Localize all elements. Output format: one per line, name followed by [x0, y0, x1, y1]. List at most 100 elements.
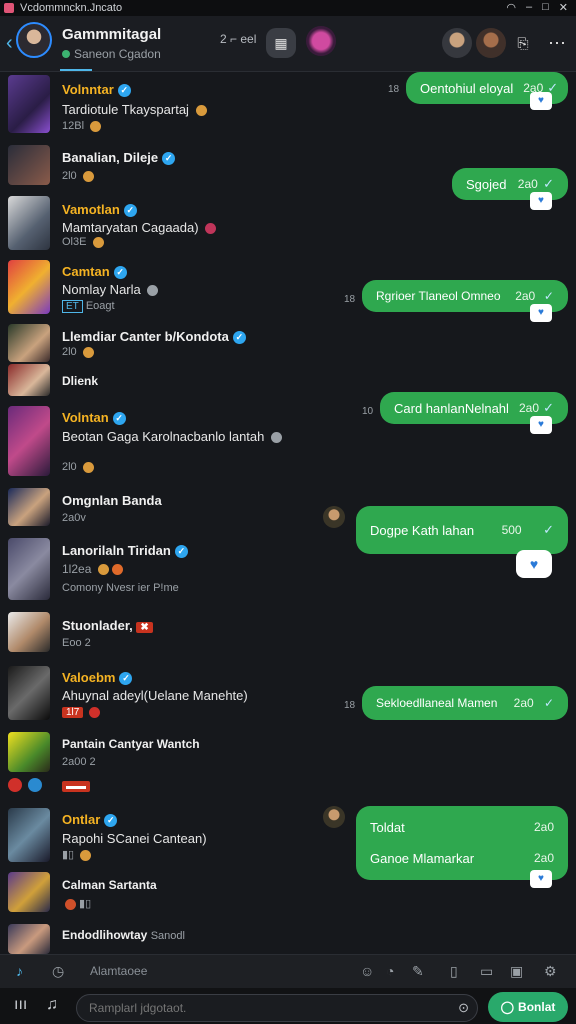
outgoing-message[interactable]: Sekloedllaneal Mamen 2a0 ✓ — [362, 686, 568, 720]
read-check-icon: ✓ — [543, 400, 554, 415]
verified-icon: ✓ — [117, 84, 131, 98]
message-thumbnail[interactable] — [8, 924, 50, 954]
message-feed[interactable]: Volnntar ✓ Tardiotule Tkayspartaj 12Bl Ba… — [0, 72, 576, 954]
reaction-badge[interactable]: ♥ — [530, 192, 552, 210]
message-meta: 1l7 — [62, 706, 101, 718]
online-dot-icon — [62, 50, 70, 58]
live-avatar[interactable] — [306, 26, 336, 56]
image-icon[interactable]: ▣ — [510, 963, 523, 980]
message-author[interactable]: Ontlar ✓ — [62, 812, 118, 828]
send-label: Bonlat — [518, 1000, 556, 1014]
message-time: 18 — [344, 700, 356, 711]
message-text: Rapohi SCanei Cantean) — [62, 831, 207, 846]
channel-name[interactable]: Gammmitagal — [62, 26, 161, 43]
maximize-icon[interactable]: □ — [542, 1, 549, 14]
member-avatar-2[interactable] — [476, 28, 506, 58]
message-meta: 12Bl — [62, 120, 102, 132]
more-options-icon[interactable]: ⋯ — [542, 28, 572, 58]
message-meta: ▮▯ — [62, 848, 92, 861]
send-button[interactable]: ◯ Bonlat — [488, 992, 568, 1022]
clock-icon[interactable]: ◷ — [52, 963, 64, 980]
message-author[interactable]: Volntan ✓ — [62, 410, 126, 426]
message-author[interactable]: Pantain Cantyar Wantch — [62, 737, 200, 751]
message-meta: Comony Nvesr ier P!me — [62, 582, 179, 594]
reaction-badge[interactable]: ♥ — [530, 304, 552, 322]
message-thumbnail[interactable] — [8, 612, 50, 652]
live-badge: ▬▬ — [62, 781, 90, 792]
back-arrow-icon[interactable]: ‹ — [6, 32, 13, 55]
toolbar-field[interactable]: Alamtaoee — [90, 964, 147, 978]
message-author[interactable]: Vamotlan ✓ — [62, 202, 137, 218]
message-thumbnail[interactable] — [8, 324, 50, 362]
channel-avatar[interactable] — [16, 22, 52, 58]
menu-icon[interactable]: ııı — [14, 996, 27, 1014]
message-thumbnail[interactable] — [8, 732, 50, 772]
active-tab-indicator — [60, 69, 92, 71]
minimize-icon[interactable]: – — [526, 1, 532, 14]
message-thumbnail[interactable] — [8, 666, 50, 720]
microphone-icon[interactable]: ♫ — [46, 996, 58, 1014]
message-author[interactable]: Stuonlader, ✖ — [62, 618, 153, 633]
message-thumbnail[interactable] — [8, 145, 50, 185]
message-author[interactable]: Lanorilaln Tiridan ✓ — [62, 543, 188, 559]
read-check-icon: ✓ — [543, 289, 554, 303]
verified-icon: ✓ — [174, 545, 188, 559]
close-icon[interactable]: ✕ — [559, 1, 568, 14]
message-thumbnail[interactable] — [8, 872, 50, 912]
outgoing-message[interactable]: Toldat 2a0 Ganoe Mlamarkar 2a0 — [356, 806, 568, 880]
screen-share-icon[interactable]: ▦ — [266, 28, 296, 58]
emoji-icon — [205, 223, 217, 235]
attach-icon[interactable]: ⊙ — [458, 1000, 469, 1016]
message-input-box[interactable]: ⊙ — [76, 994, 478, 1022]
message-author[interactable]: Calman Sartanta — [62, 878, 157, 892]
message-thumbnail[interactable] — [8, 196, 50, 250]
message-author[interactable]: Valoebm ✓ — [62, 670, 133, 686]
message-thumbnail[interactable] — [8, 406, 50, 476]
app-icon — [4, 3, 14, 13]
share-dot-icon — [28, 778, 42, 792]
reaction-badge[interactable]: ♥ — [516, 550, 552, 578]
message-author[interactable]: Banalian, Dileje ✓ — [62, 150, 176, 166]
composer-toolbar: ♪ ◷ Alamtaoee ☺ ◔ ✎ ▯ ▭ ▣ ⚙ — [0, 954, 576, 988]
outgoing-message[interactable]: Dogpe Kath lahan 500 ✓ — [356, 506, 568, 554]
music-note-icon[interactable]: ♪ — [16, 963, 23, 979]
message-thumbnail[interactable] — [8, 75, 50, 133]
message-thumbnail[interactable] — [8, 538, 50, 600]
member-avatar-1[interactable] — [442, 28, 472, 58]
message-meta: Ol3E — [62, 236, 104, 248]
emoji-icon — [65, 898, 76, 910]
message-author[interactable]: Endodlihowtay Sanodl — [62, 928, 185, 942]
message-thumbnail[interactable] — [8, 488, 50, 526]
message-author[interactable]: Llemdiar Canter b/Kondota ✓ — [62, 329, 246, 345]
reaction-badge[interactable]: ♥ — [530, 870, 552, 888]
message-thumbnail[interactable] — [8, 260, 50, 314]
message-author[interactable]: Omgnlan Banda — [62, 493, 162, 508]
message-author[interactable]: Dlienk — [62, 374, 98, 388]
emoji-picker-icon[interactable]: ☺ — [360, 963, 374, 979]
reaction-badge[interactable]: ♥ — [530, 92, 552, 110]
sender-avatar[interactable] — [323, 806, 345, 828]
wifi-icon: ◠ — [506, 2, 516, 14]
sender-avatar[interactable] — [323, 506, 345, 528]
message-author[interactable]: Volnntar ✓ — [62, 82, 131, 98]
emoji-icon — [82, 346, 94, 358]
bookmark-icon[interactable]: ⎘ — [508, 28, 538, 58]
reaction-badge[interactable]: ♥ — [530, 416, 552, 434]
message-meta: ▮▯ — [62, 897, 91, 910]
header-status-pill[interactable]: 2 ⌐ eel — [220, 32, 256, 46]
edit-icon[interactable]: ✎ — [412, 963, 424, 980]
emoji-icon — [90, 120, 102, 132]
channel-subtitle-text: Saneon Cgadon — [74, 47, 161, 61]
settings-icon[interactable]: ⚙ — [544, 963, 557, 980]
timer-icon[interactable]: ◔ — [386, 963, 394, 979]
emoji-icon — [82, 170, 94, 182]
verified-icon: ✓ — [112, 412, 126, 426]
frame-icon[interactable]: ▭ — [480, 963, 493, 980]
panel-icon[interactable]: ▯ — [450, 963, 458, 980]
message-input[interactable] — [77, 995, 437, 1021]
emoji-icon — [97, 564, 109, 576]
message-thumbnail[interactable] — [8, 808, 50, 862]
message-thumbnail[interactable] — [8, 364, 50, 396]
message-author[interactable]: Camtan ✓ — [62, 264, 127, 280]
chat-header: ‹ Gammmitagal Saneon Cgadon 2 ⌐ eel ▦ ⎘ … — [0, 16, 576, 72]
